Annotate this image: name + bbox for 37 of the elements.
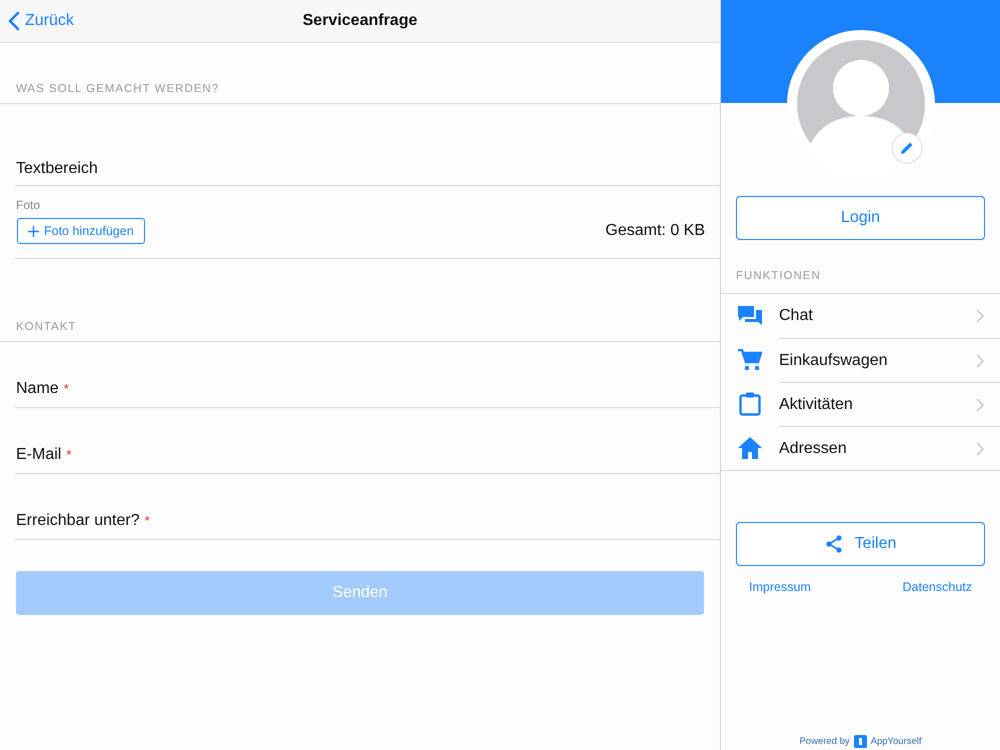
chevron-right-icon <box>976 309 984 323</box>
input-field[interactable]: Name <box>15 380 60 398</box>
cart-icon <box>738 349 762 371</box>
plus-icon <box>28 226 39 236</box>
total-size: Gesamt: 0 KB <box>605 222 705 240</box>
login-button[interactable]: Login <box>736 196 985 240</box>
clipboard-icon <box>739 392 761 416</box>
chevron-left-icon <box>8 11 20 31</box>
section-heading: KONTAKT <box>0 321 720 342</box>
footer-link[interactable]: Datenschutz <box>902 580 972 594</box>
pencil-icon[interactable] <box>890 132 922 164</box>
brand-name: AppYourself <box>870 736 922 747</box>
chevron-right-icon <box>976 442 984 456</box>
text-area[interactable]: Textbereich <box>15 160 722 178</box>
powered-by-text: Powered by <box>799 736 850 747</box>
photo-label: Foto <box>16 198 42 212</box>
back-link[interactable]: Zurück <box>8 11 74 31</box>
home-icon <box>738 437 762 459</box>
menu-item[interactable]: Einkaufswagen <box>721 338 1000 382</box>
page-title: Serviceanfrage <box>302 12 418 30</box>
required-mark: * <box>66 447 72 462</box>
menu-item[interactable]: Aktivitäten <box>721 382 1000 426</box>
share-button[interactable]: Teilen <box>736 522 985 566</box>
required-mark: * <box>64 381 69 396</box>
section-heading: FUNKTIONEN <box>721 240 1000 294</box>
footer-link[interactable]: Impressum <box>749 580 811 594</box>
chevron-right-icon <box>976 354 984 368</box>
share-icon <box>824 535 843 553</box>
section-heading: WAS SOLL GEMACHT WERDEN? <box>0 83 720 104</box>
required-mark: * <box>144 513 150 528</box>
add-photo-button[interactable]: Foto hinzufügen <box>17 218 145 244</box>
chat-icon <box>738 305 762 327</box>
input-field[interactable]: Erreichbar unter? <box>15 512 141 530</box>
input-field[interactable]: E-Mail <box>15 446 62 464</box>
menu-item[interactable]: Chat <box>721 294 1000 338</box>
menu-item[interactable]: Adressen <box>721 426 1000 470</box>
chevron-right-icon <box>976 398 984 412</box>
